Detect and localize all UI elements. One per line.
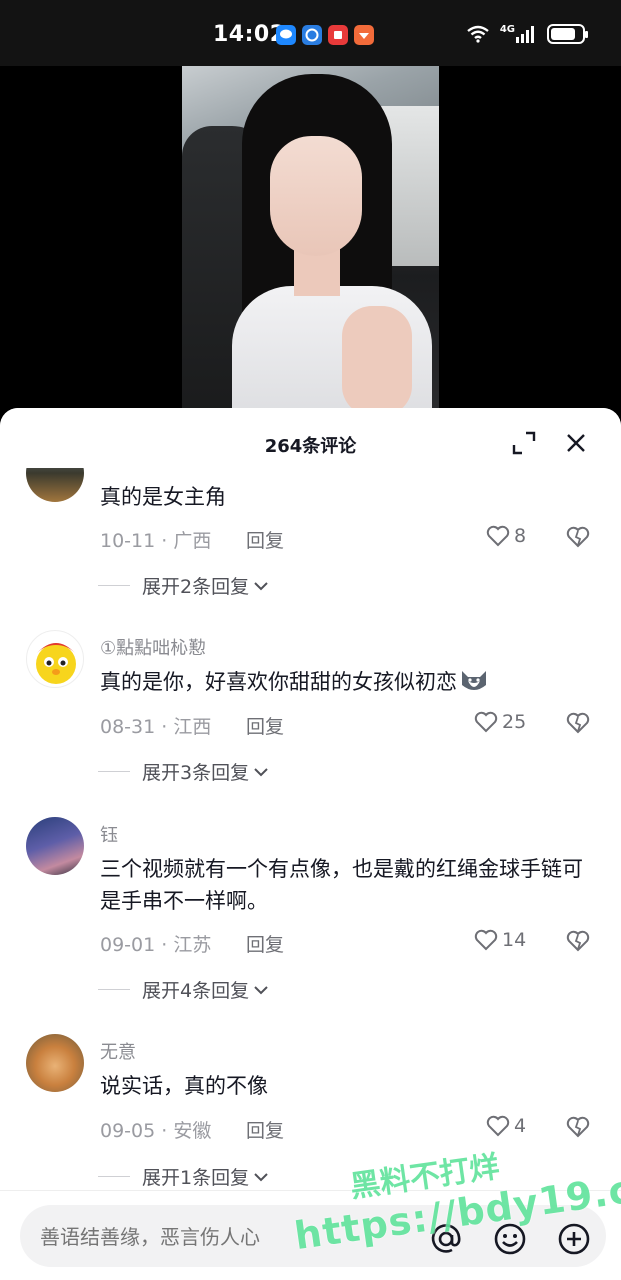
status-indicators: 4G [466,23,588,44]
comment-text: 三个视频就有一个有点像，也是戴的红绳金球手链可是手串不一样啊。 [100,857,583,913]
like-button[interactable]: 25 [474,711,526,733]
wifi-icon [467,25,489,43]
comment-date-location: 10-11 · 广西 [100,530,212,552]
husky-emoji-icon [462,671,486,690]
expand-replies-button[interactable]: 展开3条回复 [98,758,269,785]
chevron-down-icon [254,985,268,994]
chevron-down-icon [254,767,268,776]
expand-replies-label: 展开4条回复 [142,980,250,1002]
comment-date-location: 08-31 · 江西 [100,716,212,738]
like-button[interactable]: 14 [474,929,526,951]
dislike-icon[interactable] [566,711,590,735]
status-app-icons [276,25,374,45]
expand-replies-button[interactable]: 展开1条回复 [98,1163,269,1190]
comment-input[interactable] [40,1225,400,1249]
comment-list[interactable]: 真的是女主角 10-11 · 广西 回复 8 展开2条回复 ①點點咄杺懃 真的是… [0,408,621,1198]
reply-button[interactable]: 回复 [246,526,284,553]
comment-input-box[interactable] [20,1205,606,1267]
comment-text-body: 真的是你，好喜欢你甜甜的女孩似初恋 [100,670,457,694]
comment-date-location: 09-01 · 江苏 [100,934,212,956]
message-icon [276,25,296,45]
chevron-down-icon [254,581,268,590]
comment-author[interactable]: 无意 [100,1038,136,1064]
expand-replies-label: 展开3条回复 [142,762,250,784]
dislike-icon[interactable] [566,525,590,549]
network-label: 4G [499,23,515,35]
add-icon[interactable] [556,1221,592,1257]
expand-replies-label: 展开2条回复 [142,576,250,598]
comment-author[interactable]: ①點點咄杺懃 [100,634,206,660]
heart-icon [474,711,498,733]
reply-button[interactable]: 回复 [246,1116,284,1143]
close-icon[interactable] [563,430,589,456]
heart-icon [486,1115,510,1137]
comment-text: 真的是女主角 [100,485,226,509]
comment-date-location: 09-05 · 安徽 [100,1120,212,1142]
expand-replies-button[interactable]: 展开4条回复 [98,976,269,1003]
status-bar: 14:02 4G [0,0,621,66]
emoji-icon[interactable] [492,1221,528,1257]
at-mention-icon[interactable] [428,1221,464,1257]
signal-icon [516,26,534,43]
battery-icon [547,24,588,44]
like-button[interactable]: 8 [486,525,526,547]
reply-button[interactable]: 回复 [246,712,284,739]
comment-sheet: 264条评论 真的是女主角 10-11 · 广西 回复 8 展开2条回复 ①點點… [0,408,621,1280]
battery-fill [551,28,575,40]
comment-text: 说实话，真的不像 [100,1074,268,1098]
like-count: 25 [502,711,527,733]
dislike-icon[interactable] [566,929,590,953]
sheet-header: 264条评论 [0,408,621,468]
browser-icon [302,25,322,45]
expand-icon[interactable] [511,430,537,456]
expand-replies-button[interactable]: 展开2条回复 [98,572,269,599]
comment-text: 真的是你，好喜欢你甜甜的女孩似初恋 [100,666,590,698]
like-count: 14 [502,929,527,951]
avatar[interactable] [26,1034,84,1092]
comment-input-bar [0,1190,621,1280]
comment-author[interactable]: 钰 [100,821,118,847]
like-count: 4 [514,1115,527,1137]
like-count: 8 [514,525,527,547]
heart-icon [486,525,510,547]
heart-icon [474,929,498,951]
orange-app-icon [354,25,374,45]
chevron-down-icon [254,1172,268,1181]
dislike-icon[interactable] [566,1115,590,1139]
video-frame[interactable] [182,66,439,416]
avatar[interactable] [26,817,84,875]
expand-replies-label: 展开1条回复 [142,1167,250,1189]
red-app-icon [328,25,348,45]
video-player[interactable] [0,66,621,416]
status-time: 14:02 [213,22,286,47]
like-button[interactable]: 4 [486,1115,526,1137]
avatar[interactable] [26,630,84,688]
reply-button[interactable]: 回复 [246,930,284,957]
